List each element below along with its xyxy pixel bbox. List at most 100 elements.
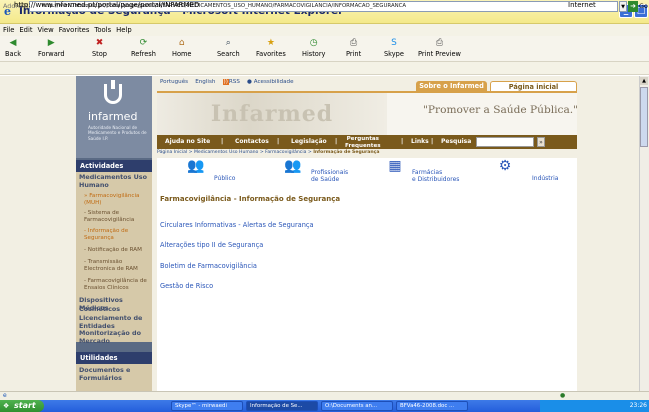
forward-arrow-icon: ▶	[47, 38, 55, 48]
refresh-label: Refresh	[131, 50, 156, 58]
link-gestao-risco[interactable]: Gestão de Risco	[160, 282, 213, 290]
print-preview-icon: ⎙	[435, 38, 444, 48]
nav-contacts[interactable]: Contactos	[235, 135, 269, 149]
nav-faq[interactable]: Perguntas Frequentes	[345, 135, 381, 149]
scroll-thumb[interactable]	[640, 87, 648, 147]
sidebar-item-informacao[interactable]: - Informação de Segurança	[84, 228, 150, 241]
go-button[interactable]: Go	[639, 2, 648, 10]
nav-separator: |	[431, 138, 434, 145]
history-icon: ◷	[309, 38, 318, 48]
logo-word[interactable]: infarmed	[88, 110, 137, 123]
home-label: Home	[172, 50, 192, 58]
nav-help[interactable]: Ajuda no Site	[165, 135, 210, 149]
address-dropdown-icon[interactable]: ▼	[619, 1, 627, 12]
search-icon: ⌕	[225, 38, 231, 48]
sidebar-item-sistema[interactable]: - Sistema de Farmacovigilância	[84, 210, 150, 223]
skype-button[interactable]: S Skype	[384, 38, 404, 58]
stop-button[interactable]: ✖ Stop	[92, 38, 107, 58]
clock[interactable]: 23:26	[630, 402, 647, 409]
right-column	[577, 91, 639, 391]
sidebar-item-cosmeticos[interactable]: Cosméticos	[79, 305, 151, 314]
sidebar-item-monitorizacao[interactable]: Monitorização do Mercado	[79, 329, 151, 345]
task-skype[interactable]: Skype™ - mirwaedi	[171, 401, 243, 411]
audience-professionals-l2: de Saúde	[311, 176, 340, 183]
lang-portugues[interactable]: Português	[160, 79, 188, 85]
print-button[interactable]: ⎙ Print	[346, 38, 361, 58]
search-button[interactable]: ⌕ Search	[217, 38, 240, 58]
menu-file[interactable]: File	[3, 24, 14, 36]
accessibility-icon: ●	[247, 79, 252, 85]
refresh-button[interactable]: ⟳ Refresh	[131, 38, 156, 58]
public-people-icon[interactable]: 👥	[186, 159, 206, 174]
audience-pharmacies-l2: e Distribuidores	[412, 176, 460, 183]
refresh-icon: ⟳	[139, 38, 148, 48]
lang-english[interactable]: English	[195, 79, 215, 85]
status-bar	[0, 391, 649, 400]
nav-legislation[interactable]: Legislação	[291, 135, 327, 149]
rss-link[interactable]: RSS	[229, 79, 240, 85]
tab-about-infarmed[interactable]: Sobre o Infarmed	[416, 81, 487, 91]
system-tray: 23:26	[540, 400, 649, 412]
nav-separator: |	[335, 138, 338, 145]
audience-professionals[interactable]: Profissionais de Saúde	[311, 169, 348, 183]
nav-faq-line2: Frequentes	[345, 142, 381, 149]
back-button[interactable]: ◀ Back	[5, 38, 21, 58]
printer-icon: ⎙	[349, 38, 358, 48]
sidebar-item-transmissao[interactable]: - Transmissão Electronica de RAM	[84, 259, 150, 272]
scroll-up-icon[interactable]: ▲	[640, 77, 648, 85]
forward-button[interactable]: ▶ Forward	[38, 38, 65, 58]
print-preview-label: Print Preview	[418, 50, 461, 58]
tab-home-page[interactable]: Página inicial	[490, 81, 577, 91]
audience-professionals-l1: Profissionais	[311, 169, 349, 176]
print-preview-button[interactable]: ⎙ Print Preview	[418, 38, 461, 58]
sidebar-heading-activities: Actividades	[76, 160, 152, 172]
address-bar	[0, 62, 649, 75]
link-alteracoes[interactable]: Alterações tipo II de Segurança	[160, 241, 263, 249]
favorites-label: Favorites	[256, 50, 286, 58]
home-button[interactable]: ⌂ Home	[172, 38, 191, 58]
sidebar-item-medicamentos[interactable]: Medicamentos Uso Humano	[79, 173, 151, 189]
status-url: http://www.infarmed.pt/portal/page/porta…	[14, 1, 200, 9]
task-explorer[interactable]: O:\Documents an...	[321, 401, 393, 411]
back-label: Back	[5, 50, 22, 58]
site-search-input[interactable]	[476, 137, 534, 147]
breadcrumb-trail[interactable]: Página Inicial > Medicamentos Uso Humano…	[157, 150, 313, 155]
sidebar-item-ensaios[interactable]: - Farmacovigilância de Ensaios Clínicos	[84, 278, 150, 291]
home-icon: ⌂	[178, 38, 185, 48]
task-ie[interactable]: Informação de Se...	[246, 401, 318, 411]
menu-view[interactable]: View	[38, 24, 54, 36]
sidebar-item-licenciamento[interactable]: Licenciamento de Entidades	[79, 314, 151, 330]
history-button[interactable]: ◷ History	[302, 38, 325, 58]
sidebar-item-farmacovigilancia[interactable]: » Farmacovigilância (MUH)	[84, 193, 150, 206]
sidebar-item-notificacao[interactable]: - Notificação de RAM	[84, 247, 150, 254]
link-circulares[interactable]: Circulares Informativas - Alertas de Seg…	[160, 221, 314, 229]
industry-icon[interactable]: ⚙	[495, 159, 515, 174]
site-search-button[interactable]: »	[537, 137, 545, 147]
menu-help[interactable]: Help	[116, 24, 132, 36]
accessibility-link[interactable]: Acessibilidade	[254, 79, 294, 85]
nav-separator: |	[277, 138, 280, 145]
audience-public[interactable]: Público	[214, 175, 235, 182]
health-professionals-icon[interactable]: 👥	[283, 159, 303, 174]
favorites-button[interactable]: ★ Favorites	[256, 38, 286, 58]
content-title: Farmacovigilância - Informação de Segura…	[160, 195, 341, 203]
nav-faq-line1: Perguntas	[346, 136, 379, 142]
sidebar-item-documentos[interactable]: Documentos e Formulários	[79, 366, 151, 382]
menu-edit[interactable]: Edit	[19, 24, 32, 36]
nav-links[interactable]: Links	[411, 135, 429, 149]
audience-pharmacies[interactable]: Farmácias e Distribuidores	[412, 169, 459, 183]
menu-tools[interactable]: Tools	[94, 24, 111, 36]
language-bar: Português English ))RSS ● Acessibilidade	[160, 79, 294, 85]
menu-favorites[interactable]: Favorites	[59, 24, 90, 36]
link-boletim[interactable]: Boletim de Farmacovigilância	[160, 262, 257, 270]
pharmacies-building-icon[interactable]: ▦	[385, 159, 405, 174]
breadcrumb-current: Informação de Segurança	[313, 150, 380, 155]
status-zone: Internet	[568, 1, 596, 9]
globe-icon: ●	[560, 392, 566, 399]
go-arrow-icon[interactable]: ➜	[628, 1, 638, 12]
back-arrow-icon: ◀	[9, 38, 17, 48]
content-area	[157, 188, 577, 391]
audience-industry[interactable]: Indústria	[532, 175, 558, 182]
nav-search-label: Pesquisa	[441, 138, 472, 145]
task-word[interactable]: BFVa46-2008.doc ...	[396, 401, 468, 411]
